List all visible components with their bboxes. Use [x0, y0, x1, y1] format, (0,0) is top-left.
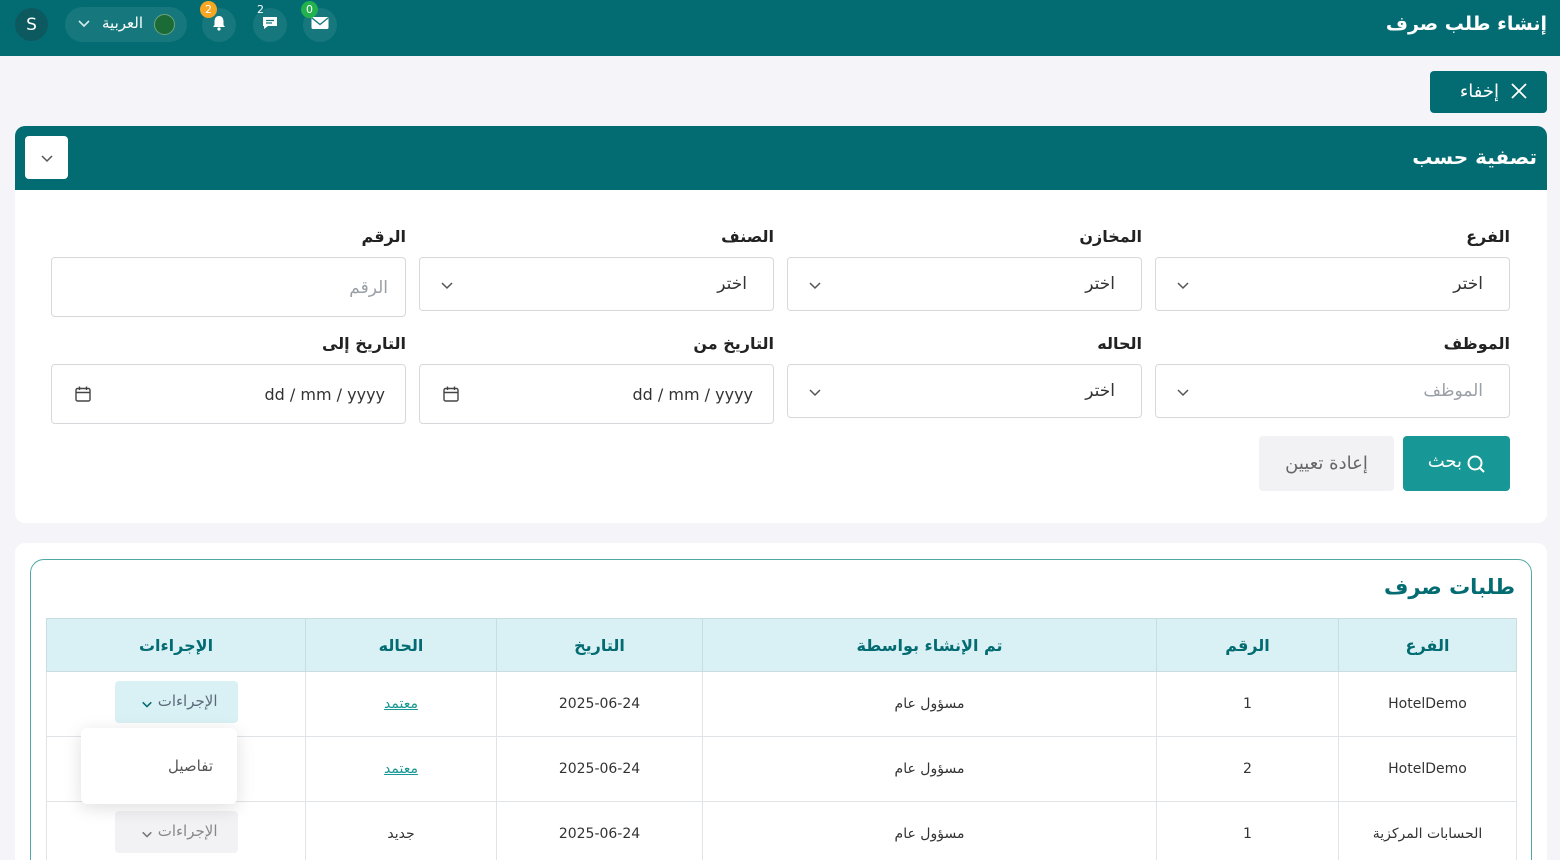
branch-select-value: اختر: [1453, 274, 1483, 294]
column-header-date: التاريخ: [496, 618, 703, 672]
cell-created-by: مسؤول عام: [702, 736, 1157, 802]
actions-dropdown-menu: تفاصيل: [81, 728, 237, 804]
cell-number: 1: [1156, 671, 1339, 737]
details-menu-item[interactable]: تفاصيل: [168, 757, 213, 775]
cell-status: معتمد: [305, 671, 497, 737]
column-header-number: الرقم: [1156, 618, 1339, 672]
cell-created-by: مسؤول عام: [702, 671, 1157, 737]
table-row: HotelDemo 2 مسؤول عام 2025-06-24 معتمد: [46, 736, 1517, 802]
category-label: الصنف: [721, 227, 774, 246]
reset-button[interactable]: إعادة تعيين: [1259, 436, 1394, 491]
envelope-icon: [310, 15, 330, 35]
messages-button[interactable]: 2: [253, 3, 287, 42]
actions-label: الإجراءات: [157, 822, 218, 840]
column-header-branch: الفرع: [1338, 618, 1517, 672]
actions-label: الإجراءات: [157, 692, 218, 710]
search-button[interactable]: بحث: [1403, 436, 1510, 491]
language-selector[interactable]: العربية: [65, 7, 187, 42]
bell-icon: [210, 14, 228, 36]
table-header-row: الفرع الرقم تم الإنشاء بواسطة التاريخ ال…: [46, 618, 1517, 672]
date-to-placeholder: dd / mm / yyyy: [264, 385, 385, 404]
filter-header: تصفية حسب: [15, 126, 1547, 190]
close-icon: [1510, 82, 1528, 105]
date-from-input[interactable]: dd / mm / yyyy: [419, 364, 774, 424]
user-avatar[interactable]: S: [15, 8, 48, 41]
saudi-flag-icon: [154, 14, 175, 35]
column-header-created-by: تم الإنشاء بواسطة: [702, 618, 1157, 672]
category-select[interactable]: اختر: [419, 257, 774, 311]
notifications-badge: 2: [200, 1, 217, 18]
branch-select[interactable]: اختر: [1155, 257, 1510, 311]
stores-select-value: اختر: [1085, 274, 1115, 294]
date-to-input[interactable]: dd / mm / yyyy: [51, 364, 406, 424]
status-label: الحاله: [1097, 334, 1142, 353]
employee-label: الموظف: [1443, 334, 1510, 353]
stores-label: المخازن: [1079, 227, 1142, 246]
status-select[interactable]: اختر: [787, 364, 1142, 418]
column-header-actions: الإجراءات: [46, 618, 306, 672]
calendar-icon[interactable]: [74, 385, 92, 407]
language-label: العربية: [102, 14, 143, 32]
page-title: إنشاء طلب صرف: [1385, 13, 1547, 35]
actions-dropdown-button[interactable]: الإجراءات: [114, 811, 238, 853]
notifications-button[interactable]: 2: [200, 1, 236, 42]
messages-badge: 2: [257, 3, 264, 16]
number-input-placeholder: الرقم: [349, 278, 388, 298]
date-from-placeholder: dd / mm / yyyy: [632, 385, 753, 404]
cell-date: 2025-06-24: [496, 801, 703, 860]
cell-branch: الحسابات المركزية: [1338, 801, 1517, 860]
chevron-down-icon: [1176, 384, 1190, 403]
employee-select[interactable]: الموظف: [1155, 364, 1510, 418]
search-icon: [1466, 454, 1486, 479]
number-input[interactable]: الرقم: [51, 257, 406, 317]
cell-number: 1: [1156, 801, 1339, 860]
cell-created-by: مسؤول عام: [702, 801, 1157, 860]
chevron-down-icon: [141, 696, 153, 714]
table-row: الحسابات المركزية 1 مسؤول عام 2025-06-24…: [46, 801, 1517, 860]
column-header-status: الحاله: [305, 618, 497, 672]
hide-button[interactable]: إخفاء: [1430, 71, 1547, 113]
chevron-down-icon: [808, 277, 822, 296]
cell-branch: HotelDemo: [1338, 671, 1517, 737]
chevron-down-icon: [1176, 277, 1190, 296]
search-button-label: بحث: [1427, 451, 1462, 472]
cell-number: 2: [1156, 736, 1339, 802]
category-select-value: اختر: [717, 274, 747, 294]
employee-select-placeholder: الموظف: [1423, 381, 1483, 401]
requests-table: الفرع الرقم تم الإنشاء بواسطة التاريخ ال…: [46, 618, 1517, 860]
cell-status: جديد: [305, 801, 497, 860]
hide-button-label: إخفاء: [1459, 81, 1499, 102]
date-to-label: التاريخ إلى: [321, 334, 406, 353]
collapse-filter-button[interactable]: [25, 136, 68, 179]
cell-actions: الإجراءات: [46, 671, 306, 737]
mail-button[interactable]: 0: [301, 1, 337, 42]
chevron-down-icon: [440, 277, 454, 296]
calendar-icon[interactable]: [442, 385, 460, 407]
top-bar: إنشاء طلب صرف S العربية 2 2 0: [0, 0, 1560, 56]
cell-status: معتمد: [305, 736, 497, 802]
cell-date: 2025-06-24: [496, 671, 703, 737]
stores-select[interactable]: اختر: [787, 257, 1142, 311]
chevron-down-icon: [40, 154, 53, 162]
status-link[interactable]: معتمد: [384, 696, 418, 712]
cell-date: 2025-06-24: [496, 736, 703, 802]
chevron-down-icon: [808, 384, 822, 403]
cell-branch: HotelDemo: [1338, 736, 1517, 802]
status-select-value: اختر: [1085, 381, 1115, 401]
table-row: HotelDemo 1 مسؤول عام 2025-06-24 معتمد ا…: [46, 671, 1517, 737]
cell-actions: الإجراءات: [46, 801, 306, 860]
number-label: الرقم: [361, 227, 406, 246]
chevron-down-icon: [77, 16, 91, 34]
chevron-down-icon: [141, 826, 153, 844]
status-link[interactable]: معتمد: [384, 761, 418, 777]
branch-label: الفرع: [1466, 227, 1510, 246]
filter-title: تصفية حسب: [1412, 145, 1537, 169]
mail-badge: 0: [301, 1, 318, 18]
date-from-label: التاريخ من: [693, 334, 774, 353]
table-title: طلبات صرف: [1384, 575, 1515, 599]
actions-dropdown-button[interactable]: الإجراءات: [114, 681, 238, 723]
